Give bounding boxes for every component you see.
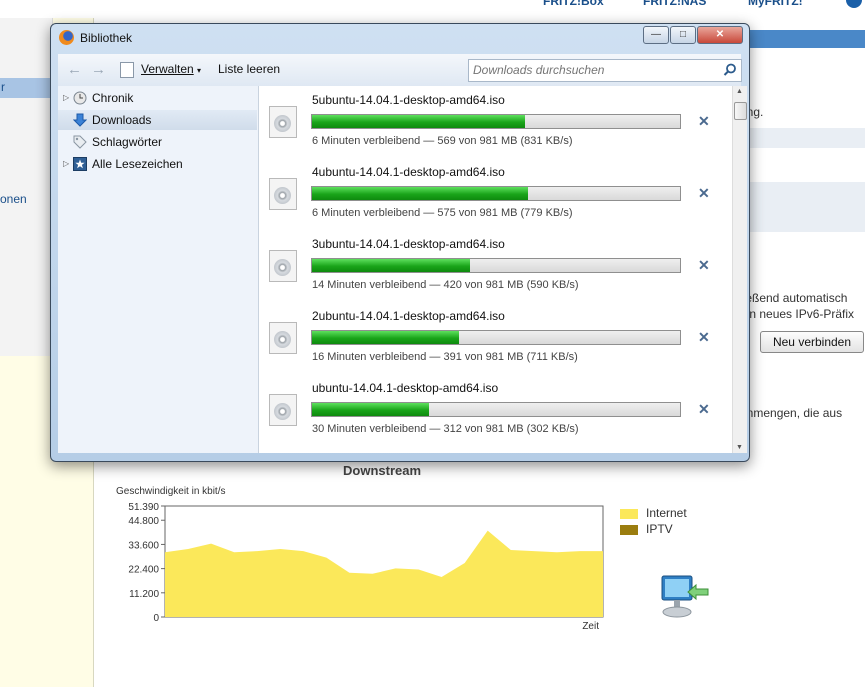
download-filename: 2ubuntu-14.04.1-desktop-amd64.iso — [312, 309, 505, 323]
content-text: ein neues IPv6-Präfix — [740, 307, 855, 321]
help-icon[interactable] — [846, 0, 862, 8]
disc-image-icon — [269, 394, 297, 426]
search-box — [468, 59, 742, 82]
firefox-icon — [59, 30, 74, 45]
downloads-scrollbar[interactable]: ▲ ▼ — [732, 86, 747, 453]
download-item[interactable]: 3ubuntu-14.04.1-desktop-amd64.iso 14 Min… — [259, 230, 732, 302]
tag-icon — [73, 135, 87, 149]
library-tree: ▷ Chronik Downloads Schlagwörter ▷ Alle … — [58, 86, 259, 453]
download-status: 6 Minuten verbleibend — 575 von 981 MB (… — [312, 207, 573, 219]
toolbar: ← → Verwalten ▾ Liste leeren — [58, 54, 742, 87]
download-filename: ubuntu-14.04.1-desktop-amd64.iso — [312, 381, 499, 395]
cancel-download-icon[interactable]: ✕ — [698, 185, 710, 202]
cancel-download-icon[interactable]: ✕ — [698, 329, 710, 346]
download-filename: 4ubuntu-14.04.1-desktop-amd64.iso — [312, 165, 505, 179]
disc-image-icon — [269, 322, 297, 354]
legend-item-iptv: IPTV — [620, 522, 687, 536]
tree-item-downloads[interactable]: Downloads — [58, 110, 257, 130]
top-navigation: FRITZ!Box FRITZ!NAS MyFRITZ! — [0, 0, 865, 18]
content-row — [740, 182, 865, 232]
library-window: Bibliothek — □ ✕ ← → Verwalten ▾ Liste l… — [50, 23, 750, 462]
downstream-chart: 51.390 44.800 33.600 22.400 11.200 0 Zeit — [128, 502, 604, 632]
download-progress-bar — [311, 330, 681, 345]
disc-image-icon — [269, 250, 297, 282]
download-item[interactable]: ubuntu-14.04.1-desktop-amd64.iso 30 Minu… — [259, 374, 732, 446]
tree-item-all-bookmarks[interactable]: ▷ Alle Lesezeichen — [58, 154, 257, 174]
download-status: 16 Minuten verbleibend — 391 von 981 MB … — [312, 351, 578, 363]
content-header-bar — [740, 30, 865, 48]
network-computer-icon — [661, 575, 709, 618]
arrow-left-icon[interactable]: ← — [67, 61, 82, 78]
content-text: ließend automatisch — [740, 291, 848, 305]
search-input[interactable] — [469, 60, 713, 79]
y-tick-label: 44.800 — [128, 516, 159, 527]
download-item[interactable]: 2ubuntu-14.04.1-desktop-amd64.iso 16 Min… — [259, 302, 732, 374]
x-axis-label: Zeit — [582, 621, 599, 632]
maximize-button[interactable]: □ — [670, 26, 696, 44]
y-tick-label: 11.200 — [129, 589, 159, 600]
sidebar-item-fragment[interactable]: onen — [0, 192, 27, 206]
download-status: 14 Minuten verbleibend — 420 von 981 MB … — [312, 279, 579, 291]
manage-menu-button[interactable]: Verwalten ▾ — [141, 62, 201, 76]
y-tick-label: 22.400 — [128, 565, 159, 576]
download-item[interactable]: 5ubuntu-14.04.1-desktop-amd64.iso 6 Minu… — [259, 86, 732, 158]
scroll-down-icon[interactable]: ▼ — [736, 444, 743, 451]
tree-item-tags[interactable]: Schlagwörter — [58, 132, 257, 152]
download-progress-bar — [311, 402, 681, 417]
expand-arrow-icon[interactable]: ▷ — [63, 88, 69, 108]
clear-list-button[interactable]: Liste leeren — [218, 62, 280, 76]
chart-y-axis-label: Geschwindigkeit in kbit/s — [116, 486, 226, 497]
download-progress-bar — [311, 258, 681, 273]
nav-link-fritzbox[interactable]: FRITZ!Box — [543, 0, 604, 8]
download-status: 30 Minuten verbleibend — 312 von 981 MB … — [312, 423, 579, 435]
nav-link-myfritz[interactable]: MyFRITZ! — [748, 0, 803, 8]
content-row — [740, 128, 865, 148]
y-tick-label: 51.390 — [128, 502, 159, 513]
y-tick-label: 0 — [153, 613, 159, 624]
window-title: Bibliothek — [80, 31, 133, 45]
expand-arrow-icon[interactable]: ▷ — [63, 154, 69, 174]
y-tick-label: 33.600 — [128, 540, 159, 551]
chart-title: Downstream — [343, 463, 422, 478]
tree-item-history[interactable]: ▷ Chronik — [58, 88, 257, 108]
cancel-download-icon[interactable]: ✕ — [698, 113, 710, 130]
clock-icon — [73, 91, 87, 105]
cancel-download-icon[interactable]: ✕ — [698, 257, 710, 274]
chart-legend: Internet IPTV — [620, 506, 687, 536]
search-icon[interactable] — [723, 63, 737, 77]
scrollbar-thumb[interactable] — [734, 102, 747, 120]
download-item[interactable]: 4ubuntu-14.04.1-desktop-amd64.iso 6 Minu… — [259, 158, 732, 230]
download-filename: 3ubuntu-14.04.1-desktop-amd64.iso — [312, 237, 505, 251]
star-icon — [73, 157, 87, 171]
scroll-up-icon[interactable]: ▲ — [736, 88, 743, 95]
cancel-download-icon[interactable]: ✕ — [698, 401, 710, 418]
download-filename: 5ubuntu-14.04.1-desktop-amd64.iso — [312, 93, 505, 107]
sidebar-selected-item[interactable]: r — [0, 78, 52, 98]
minimize-button[interactable]: — — [643, 26, 669, 44]
download-progress-bar — [311, 186, 681, 201]
legend-item-internet: Internet — [620, 506, 687, 520]
organize-icon — [120, 62, 134, 78]
disc-image-icon — [269, 106, 297, 138]
download-status: 6 Minuten verbleibend — 569 von 981 MB (… — [312, 135, 573, 147]
nav-link-fritznas[interactable]: FRITZ!NAS — [643, 0, 706, 8]
download-progress-bar — [311, 114, 681, 129]
chevron-down-icon: ▾ — [197, 66, 202, 75]
close-button[interactable]: ✕ — [697, 26, 743, 44]
disc-image-icon — [269, 178, 297, 210]
download-icon — [73, 113, 87, 127]
arrow-right-icon[interactable]: → — [91, 61, 106, 78]
legend-swatch — [620, 524, 638, 535]
legend-swatch — [620, 508, 638, 519]
downloads-list: 5ubuntu-14.04.1-desktop-amd64.iso 6 Minu… — [259, 86, 732, 453]
content-text: enmengen, die aus — [740, 406, 843, 420]
reconnect-button[interactable]: Neu verbinden — [760, 331, 864, 353]
